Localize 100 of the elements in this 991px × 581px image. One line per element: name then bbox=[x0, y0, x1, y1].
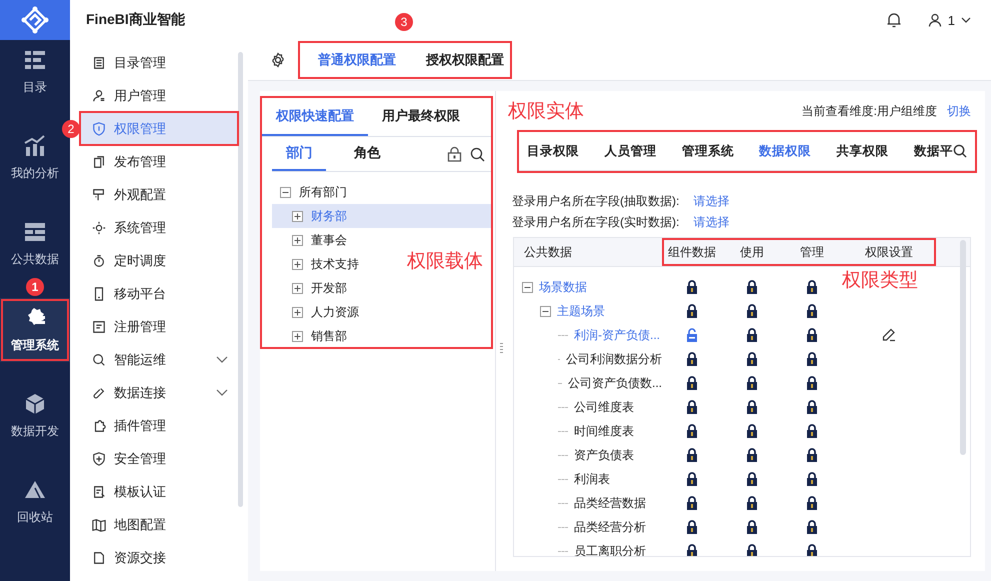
permission-tab[interactable]: 数据平 bbox=[914, 142, 953, 160]
sidebar-item[interactable]: 数据连接 bbox=[80, 376, 238, 409]
switch-link[interactable]: 切换 bbox=[947, 102, 971, 120]
sidebar-item[interactable]: 定时调度 bbox=[80, 244, 238, 277]
permission-tab[interactable]: 目录权限 bbox=[527, 142, 579, 160]
expand-icon[interactable] bbox=[292, 210, 303, 222]
sidebar-item[interactable]: 注册管理 bbox=[80, 310, 238, 343]
expand-icon[interactable] bbox=[292, 330, 303, 342]
config-tab[interactable]: 授权权限配置 bbox=[426, 51, 504, 69]
lock-icon[interactable] bbox=[746, 496, 758, 510]
sidebar-item[interactable]: 智能运维 bbox=[80, 343, 238, 376]
nav-item[interactable]: 目录 bbox=[0, 40, 70, 104]
sidebar-item[interactable]: 用户管理 bbox=[80, 79, 238, 112]
data-item[interactable]: 利润表 bbox=[574, 470, 610, 488]
lock-icon[interactable] bbox=[746, 520, 758, 534]
search-icon[interactable] bbox=[953, 144, 967, 158]
collapse-icon[interactable] bbox=[280, 186, 291, 198]
lock-icon[interactable] bbox=[806, 304, 818, 318]
lock-icon[interactable] bbox=[746, 448, 758, 462]
tree-item[interactable]: 技术支持 bbox=[272, 252, 365, 276]
lock-icon[interactable] bbox=[746, 544, 758, 556]
lock-icon[interactable] bbox=[686, 520, 698, 534]
data-item[interactable]: 公司利润数据分析 bbox=[566, 350, 662, 368]
lock-icon[interactable] bbox=[746, 424, 758, 438]
lock-icon[interactable] bbox=[746, 472, 758, 486]
edit-icon[interactable] bbox=[882, 328, 896, 342]
data-item[interactable]: 资产负债表 bbox=[574, 446, 634, 464]
select-link[interactable]: 请选择 bbox=[693, 214, 730, 231]
drag-handle[interactable] bbox=[500, 343, 502, 355]
lock-icon[interactable] bbox=[746, 280, 758, 294]
sidebar-item[interactable]: 系统管理 bbox=[80, 211, 238, 244]
select-link[interactable]: 请选择 bbox=[693, 193, 730, 210]
group-tab[interactable]: 部门 bbox=[272, 137, 326, 171]
user-menu[interactable]: 1 bbox=[928, 12, 971, 28]
lock-icon[interactable] bbox=[806, 520, 818, 534]
data-item[interactable]: 时间维度表 bbox=[574, 422, 634, 440]
lock-icon[interactable] bbox=[806, 448, 818, 462]
expand-icon[interactable] bbox=[292, 258, 303, 270]
settings-icon[interactable] bbox=[270, 52, 286, 68]
tree-item[interactable]: 财务部 bbox=[272, 204, 491, 228]
lock-icon[interactable] bbox=[686, 424, 698, 438]
tree-item[interactable]: 人力资源 bbox=[272, 300, 365, 324]
data-item[interactable]: 利润-资产负债... bbox=[574, 326, 660, 344]
nav-item[interactable]: 公共数据 bbox=[0, 212, 70, 276]
permission-tab[interactable]: 共享权限 bbox=[836, 142, 889, 160]
nav-item[interactable]: 回收站 bbox=[0, 470, 70, 534]
scrollbar[interactable] bbox=[960, 240, 966, 455]
tree-item[interactable]: 开发部 bbox=[272, 276, 353, 300]
sidebar-item[interactable]: 资源交接 bbox=[80, 541, 238, 574]
lock-icon[interactable] bbox=[806, 472, 818, 486]
permission-tab[interactable]: 人员管理 bbox=[604, 142, 656, 160]
group-tab[interactable]: 角色 bbox=[340, 137, 394, 171]
lock-icon[interactable] bbox=[806, 424, 818, 438]
collapse-icon[interactable] bbox=[522, 282, 533, 292]
lock-icon[interactable] bbox=[746, 352, 758, 366]
expand-icon[interactable] bbox=[292, 234, 303, 246]
tree-item[interactable]: 董事会 bbox=[272, 228, 353, 252]
unlock-icon[interactable] bbox=[686, 328, 698, 342]
lock-icon[interactable] bbox=[686, 472, 698, 486]
lock-icon[interactable] bbox=[686, 304, 698, 318]
sidebar-item[interactable]: 模板认证 bbox=[80, 475, 238, 508]
lock-icon[interactable] bbox=[746, 304, 758, 318]
sidebar-item[interactable]: 目录管理 bbox=[80, 46, 238, 79]
bell-icon[interactable] bbox=[886, 12, 902, 28]
lock-icon[interactable] bbox=[806, 280, 818, 294]
data-item[interactable]: 场景数据 bbox=[539, 278, 587, 296]
lock-icon[interactable] bbox=[686, 400, 698, 414]
data-item[interactable]: 主题场景 bbox=[557, 302, 605, 320]
tree-item[interactable]: 所有部门 bbox=[272, 180, 353, 204]
lock-icon[interactable] bbox=[806, 400, 818, 414]
lock-icon[interactable] bbox=[746, 400, 758, 414]
data-item[interactable]: 公司资产负债数... bbox=[568, 374, 662, 392]
data-item[interactable]: 品类经营分析 bbox=[574, 518, 646, 536]
lock-icon[interactable] bbox=[806, 376, 818, 390]
lock-icon[interactable] bbox=[686, 352, 698, 366]
collapse-icon[interactable] bbox=[540, 306, 551, 316]
data-item[interactable]: 公司维度表 bbox=[574, 398, 634, 416]
lock-icon[interactable] bbox=[806, 352, 818, 366]
lock-icon[interactable] bbox=[686, 448, 698, 462]
lock-icon[interactable] bbox=[806, 496, 818, 510]
lock-icon[interactable] bbox=[686, 496, 698, 510]
lock-icon[interactable] bbox=[686, 376, 698, 390]
lock-icon[interactable] bbox=[746, 376, 758, 390]
sidebar-item[interactable]: 移动平台 bbox=[80, 277, 238, 310]
lock-icon[interactable] bbox=[806, 544, 818, 556]
expand-icon[interactable] bbox=[292, 306, 303, 318]
sidebar-item[interactable]: 安全管理 bbox=[80, 442, 238, 475]
lock-icon[interactable] bbox=[806, 328, 818, 342]
sidebar-item[interactable]: 插件管理 bbox=[80, 409, 238, 442]
panel-tab[interactable]: 权限快速配置 bbox=[262, 98, 368, 136]
sidebar-item[interactable]: 发布管理 bbox=[80, 145, 238, 178]
sidebar-item[interactable]: 地图配置 bbox=[80, 508, 238, 541]
expand-icon[interactable] bbox=[292, 282, 303, 294]
nav-item[interactable]: 数据开发 bbox=[0, 384, 70, 448]
permission-tab[interactable]: 管理系统 bbox=[682, 142, 734, 160]
lock-icon[interactable] bbox=[686, 280, 698, 294]
search-icon[interactable] bbox=[470, 146, 485, 162]
panel-tab[interactable]: 用户最终权限 bbox=[368, 98, 474, 136]
tree-item[interactable]: 销售部 bbox=[272, 324, 353, 348]
lock-icon[interactable] bbox=[447, 146, 462, 162]
